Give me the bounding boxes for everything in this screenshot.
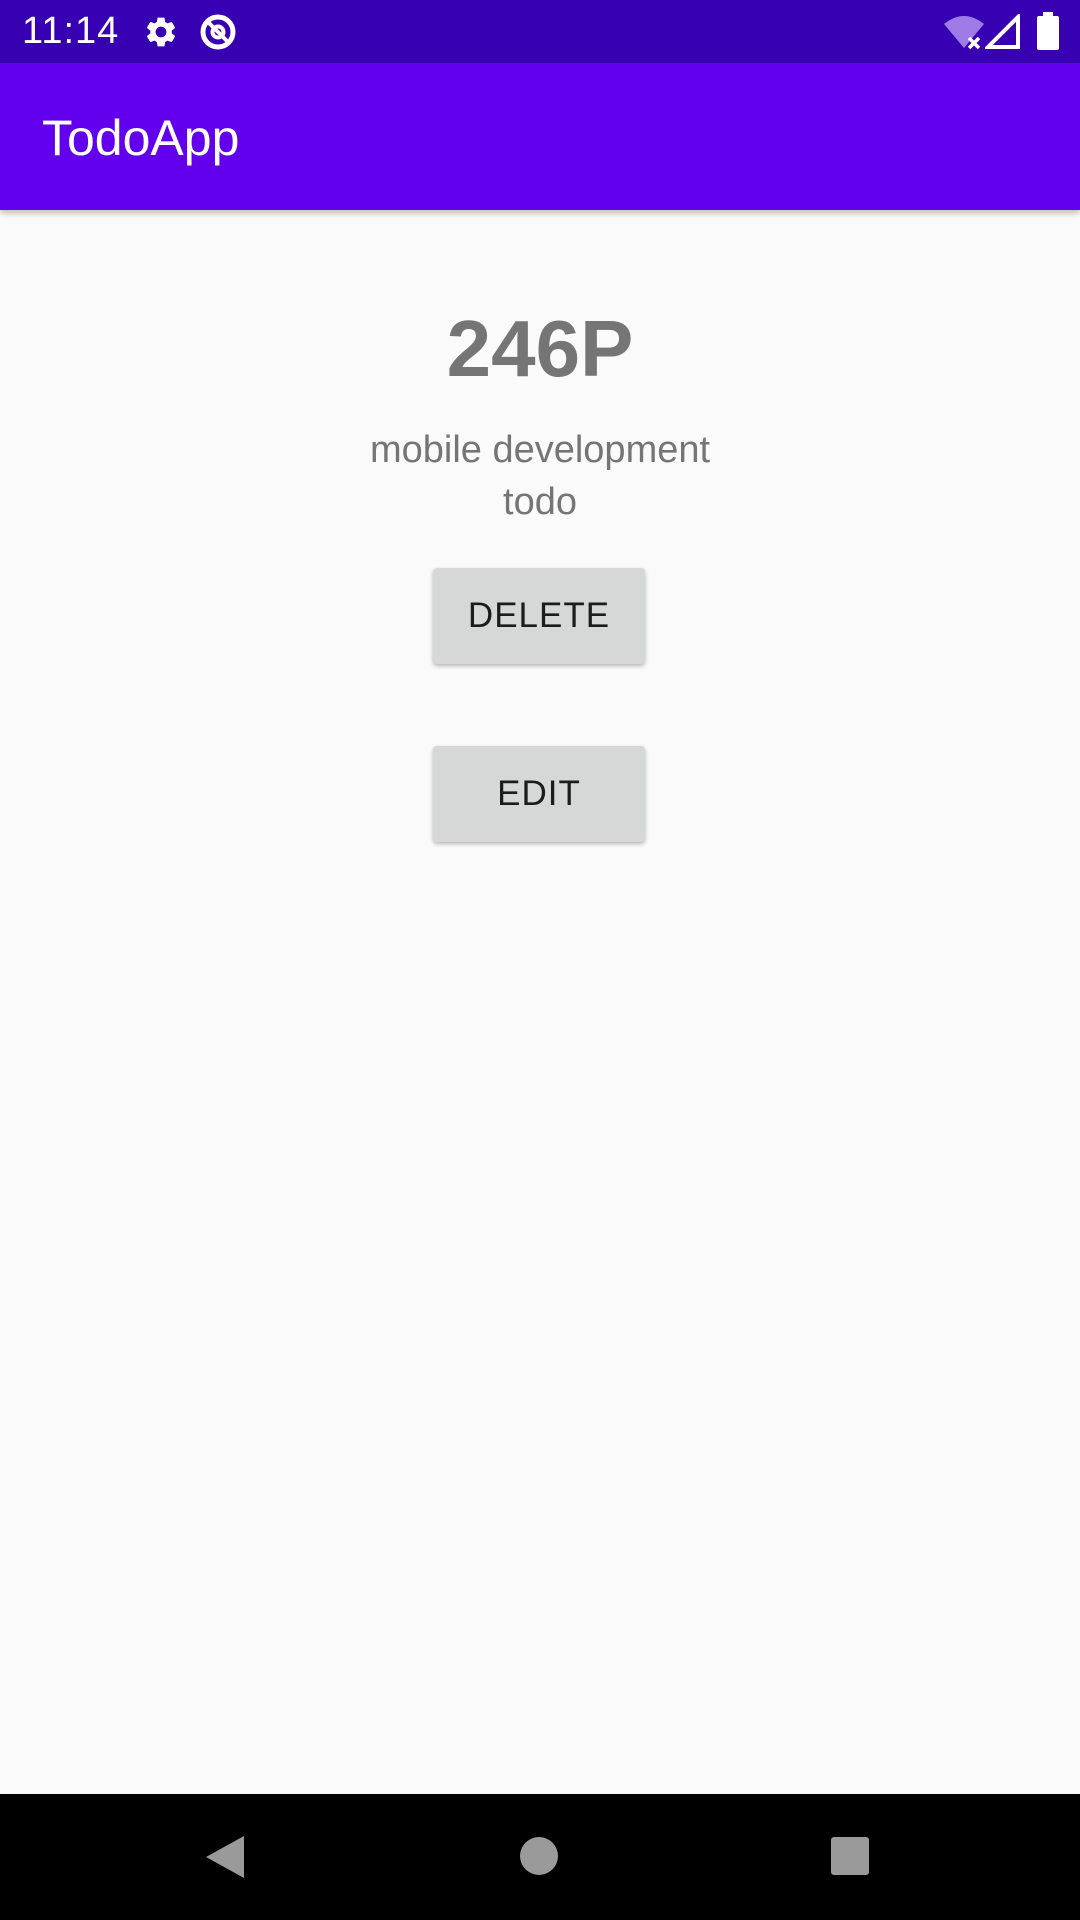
todo-description: mobile development todo [0,424,1080,528]
app-bar: TodoApp [0,63,1080,210]
delete-button[interactable]: DELETE [433,568,645,664]
battery-icon [1037,12,1059,50]
todo-title: 246P [446,304,634,393]
home-icon[interactable] [519,1836,559,1876]
at-sign-icon [200,14,236,50]
status-time: 11:14 [22,10,120,52]
todo-description-line-2: todo [503,481,577,523]
app-title: TodoApp [42,110,240,166]
recents-icon[interactable] [830,1836,870,1876]
back-icon[interactable] [204,1834,246,1880]
signal-icon [985,14,1020,49]
wifi-off-icon [944,16,984,50]
todo-description-line-1: mobile development [369,429,711,471]
todo-detail: 246P mobile development todo DELETE EDIT [0,210,1080,1794]
status-bar: 11:14 [0,0,1080,63]
edit-button[interactable]: EDIT [433,746,645,842]
gear-icon [146,17,176,47]
navigation-bar [0,1794,1080,1920]
